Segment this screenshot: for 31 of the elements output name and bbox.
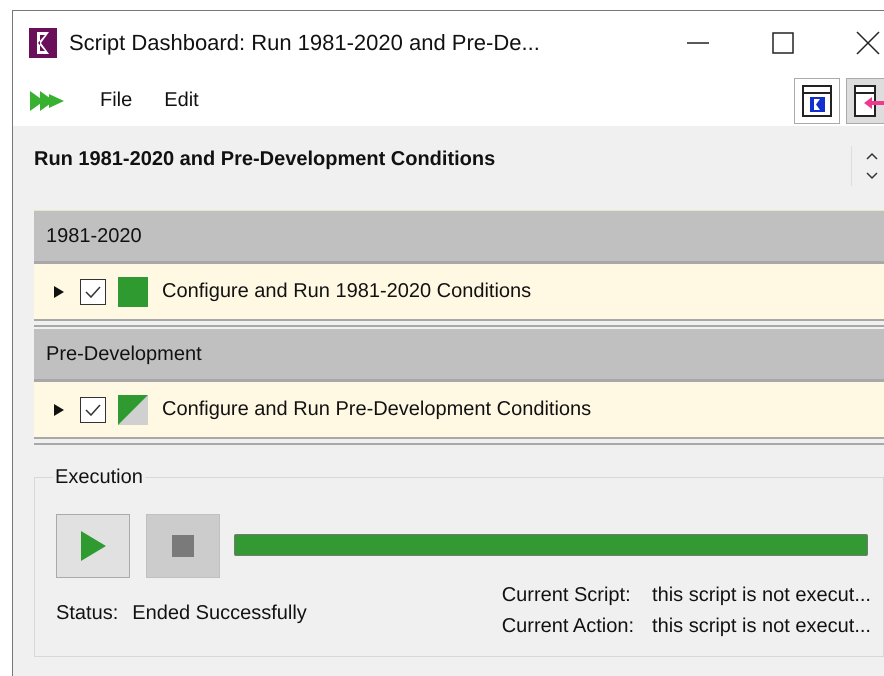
expand-arrow-icon[interactable] [52,284,66,298]
scroll-down-icon[interactable] [866,172,878,180]
menu-item[interactable]: File [100,89,132,112]
maximize-icon[interactable] [772,32,794,54]
dashboard-window-button[interactable] [794,78,840,124]
scroll-up-icon[interactable] [866,152,878,160]
info-value: this script is not execut... [652,584,871,607]
window-title: Script Dashboard: Run 1981-2020 and Pre-De... [69,30,540,56]
status-value: Ended Successfully [132,602,307,626]
info-label: Current Action: [502,615,634,638]
stop-icon [172,535,194,557]
expand-arrow-icon[interactable] [52,402,66,416]
close-icon[interactable] [856,31,880,55]
menu-item[interactable]: Edit [164,89,199,112]
script-row[interactable]: Configure and Run 1981-2020 Conditions [34,264,884,319]
checkbox[interactable] [80,278,106,304]
status-icon [118,394,148,424]
info-label: Current Script: [502,584,632,607]
status-icon [118,276,148,306]
app-logo-icon [29,28,57,58]
play-button[interactable] [56,514,130,578]
group-header[interactable]: Pre-Development [34,329,884,382]
status-label: Status: [56,602,118,626]
dock-window-button[interactable] [846,78,884,124]
script-row[interactable]: Configure and Run Pre-Development Conditions [34,382,884,437]
checkbox[interactable] [80,396,106,422]
play-icon [79,530,107,562]
info-value: this script is not execut... [652,615,871,638]
run-arrows-icon [30,90,64,110]
dashboard-heading: Run 1981-2020 and Pre-Development Conditions [34,148,496,171]
group-header[interactable]: 1981-2020 [34,211,884,264]
